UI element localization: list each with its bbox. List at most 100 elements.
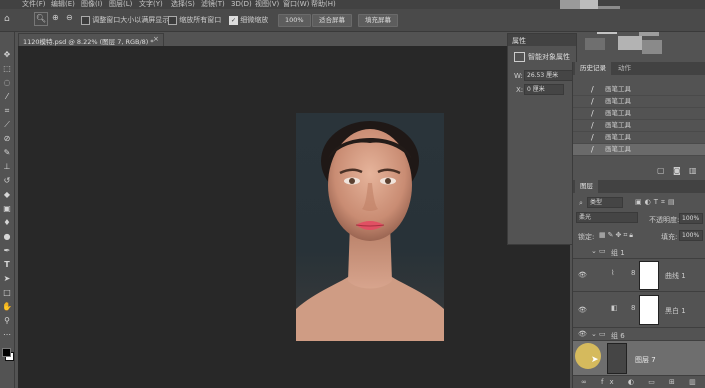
zoom-100-button[interactable]: 100% <box>278 14 311 27</box>
history-item[interactable]: / 画笔工具 <box>573 108 705 120</box>
layer-mask-thumbnail <box>639 295 659 325</box>
menu-type[interactable]: 文字(Y) <box>139 0 163 9</box>
layer-name: 曲线 1 <box>665 272 686 280</box>
folder-icon: ▭ <box>599 247 606 255</box>
fill-field[interactable]: 100% <box>679 230 703 241</box>
brush-icon[interactable]: ✎ <box>2 148 12 158</box>
zoom-in-icon[interactable]: ⊕ <box>52 13 59 22</box>
right-dock: 历史记录 动作 / 画笔工具 / 画笔工具 / 画笔工具 / 画笔工具 / 画笔工具 / 画… <box>572 62 705 388</box>
layer-row[interactable]: ⌄ ▭ 组 1 <box>573 244 705 259</box>
home-icon[interactable]: ⌂ <box>4 14 10 24</box>
pen-icon[interactable]: ✒ <box>2 246 12 256</box>
layer-name: 组 6 <box>611 332 625 340</box>
width-field[interactable]: 26.53 厘米 <box>524 70 574 81</box>
crop-icon[interactable]: ⌗ <box>2 106 12 116</box>
opacity-field[interactable]: 100% <box>679 213 703 224</box>
layer-row[interactable]: 👁︎ ⌄ ▭ 组 6 <box>573 328 705 341</box>
cursor-arrow-icon: ➤ <box>591 355 599 365</box>
scrubby-zoom-label: 细微缩放 <box>240 16 269 24</box>
path-select-icon[interactable]: ➤ <box>2 274 12 284</box>
brush-icon: / <box>591 133 594 142</box>
zoom-all-label: 缩放所有窗口 <box>179 16 222 24</box>
type-icon[interactable]: T <box>2 260 12 270</box>
brush-icon: / <box>591 85 594 94</box>
layer-thumbnail <box>607 343 627 374</box>
canvas-area[interactable] <box>18 46 570 388</box>
magic-wand-icon[interactable]: ⁄ <box>2 92 12 102</box>
lock-label: 锁定: <box>578 233 595 241</box>
history-item[interactable]: / 画笔工具 <box>573 132 705 144</box>
smart-object-label: 智能对象属性 <box>528 53 570 61</box>
x-field[interactable]: 0 厘米 <box>524 84 564 95</box>
history-item[interactable]: / 画笔工具 <box>573 84 705 96</box>
portrait-image <box>296 113 444 341</box>
properties-panel: 属性 智能对象属性 W: 26.53 厘米 X: 0 厘米 <box>507 33 577 245</box>
more-tools-icon[interactable]: ⋯ <box>2 330 12 340</box>
marquee-icon[interactable]: ⬚ <box>2 64 12 74</box>
blur-icon[interactable]: ♦ <box>2 218 12 228</box>
close-icon[interactable]: × <box>153 35 159 43</box>
new-document-icon[interactable]: ▢ <box>657 166 665 175</box>
chevron-down-icon[interactable]: ⌄ <box>591 247 597 255</box>
smart-object-icon <box>514 52 525 62</box>
layers-tab-row: 图层 <box>573 180 705 193</box>
menu-select[interactable]: 选择(S) <box>171 0 195 9</box>
layer-row[interactable]: 👁︎ ◧ 8 黑白 1 <box>573 292 705 328</box>
document-tab-title: 1120模特.psd @ 8.22% (图层 7, RGB/8) * <box>23 38 154 46</box>
menu-view[interactable]: 视图(V) <box>255 0 279 9</box>
eraser-icon[interactable]: ◆ <box>2 190 12 200</box>
document-tab[interactable]: 1120模特.psd @ 8.22% (图层 7, RGB/8) * × <box>18 33 164 46</box>
history-item-current[interactable]: / 画笔工具 <box>573 144 705 156</box>
zoom-out-icon[interactable]: ⊖ <box>66 13 73 22</box>
history-tab-row: 历史记录 动作 <box>573 62 705 75</box>
lock-icons[interactable]: ▦✎✥⌗🔒︎ <box>599 231 635 240</box>
foreground-color-swatch[interactable] <box>2 348 11 357</box>
fill-screen-button[interactable]: 填充屏幕 <box>358 14 398 27</box>
hand-icon[interactable]: ✋ <box>2 302 12 312</box>
resize-windows-checkbox[interactable]: 调整窗口大小以满屏显示 <box>81 15 169 25</box>
stamp-icon[interactable]: ⊥ <box>2 162 12 172</box>
eye-icon[interactable]: 👁︎ <box>578 330 587 338</box>
move-icon[interactable]: ✥ <box>2 50 12 60</box>
zoom-tool-icon[interactable]: ⚲ <box>2 316 12 326</box>
menu-image[interactable]: 图像(I) <box>81 0 103 9</box>
shape-icon[interactable]: □ <box>2 288 12 298</box>
history-item[interactable]: / 画笔工具 <box>573 96 705 108</box>
menu-3d[interactable]: 3D(D) <box>231 0 252 9</box>
menu-filter[interactable]: 滤镜(T) <box>201 0 225 9</box>
gradient-icon[interactable]: ▣ <box>2 204 12 214</box>
layer-kind-select[interactable]: 类型 <box>587 197 623 208</box>
menu-layer[interactable]: 图层(L) <box>109 0 132 9</box>
layer-row[interactable]: 👁︎ ⌇ 8 曲线 1 <box>573 259 705 292</box>
menu-window[interactable]: 窗口(W) <box>283 0 309 9</box>
tools-panel: ✥ ⬚ ◌ ⁄ ⌗ ⟋ ⊘ ✎ ⊥ ↺ ◆ ▣ ♦ ● ✒ T ➤ □ ✋ ⚲ … <box>0 32 15 388</box>
trash-icon[interactable]: ▥ <box>689 166 697 175</box>
tab-layers[interactable]: 图层 <box>575 180 598 193</box>
filter-icons[interactable]: ▣◐T⌗▤ <box>635 198 678 207</box>
chevron-down-icon[interactable]: ⌄ <box>591 330 597 338</box>
layer-name: 图层 7 <box>635 356 656 364</box>
menu-file[interactable]: 文件(F) <box>22 0 46 9</box>
menu-help[interactable]: 帮助(H) <box>311 0 336 9</box>
zoom-all-checkbox[interactable]: 缩放所有窗口 <box>168 15 221 25</box>
dodge-icon[interactable]: ● <box>2 232 12 242</box>
eye-icon[interactable]: 👁︎ <box>578 271 587 279</box>
history-brush-icon[interactable]: ↺ <box>2 176 12 186</box>
zoom-icon[interactable]: 🔍︎ <box>34 12 48 26</box>
tab-history[interactable]: 历史记录 <box>575 62 611 75</box>
tab-actions[interactable]: 动作 <box>613 62 636 75</box>
eyedropper-icon[interactable]: ⟋ <box>2 120 12 130</box>
healing-icon[interactable]: ⊘ <box>2 134 12 144</box>
history-item[interactable]: / 画笔工具 <box>573 120 705 132</box>
eye-icon[interactable]: 👁︎ <box>578 306 587 314</box>
curves-icon: ⌇ <box>611 269 615 277</box>
layer-footer-icons[interactable]: ∞ fx ◐ ▭ ⊞ ▥ <box>581 378 702 386</box>
blend-mode-select[interactable]: 柔光 <box>576 212 638 223</box>
fit-screen-button[interactable]: 适合屏幕 <box>312 14 352 27</box>
camera-icon[interactable]: ◙ <box>673 166 681 175</box>
black-white-icon: ◧ <box>611 304 618 312</box>
menu-edit[interactable]: 编辑(E) <box>51 0 75 9</box>
scrubby-zoom-checkbox[interactable]: ✓ 细微缩放 <box>229 15 268 25</box>
link-icon: 8 <box>631 269 636 277</box>
lasso-icon[interactable]: ◌ <box>2 78 12 88</box>
